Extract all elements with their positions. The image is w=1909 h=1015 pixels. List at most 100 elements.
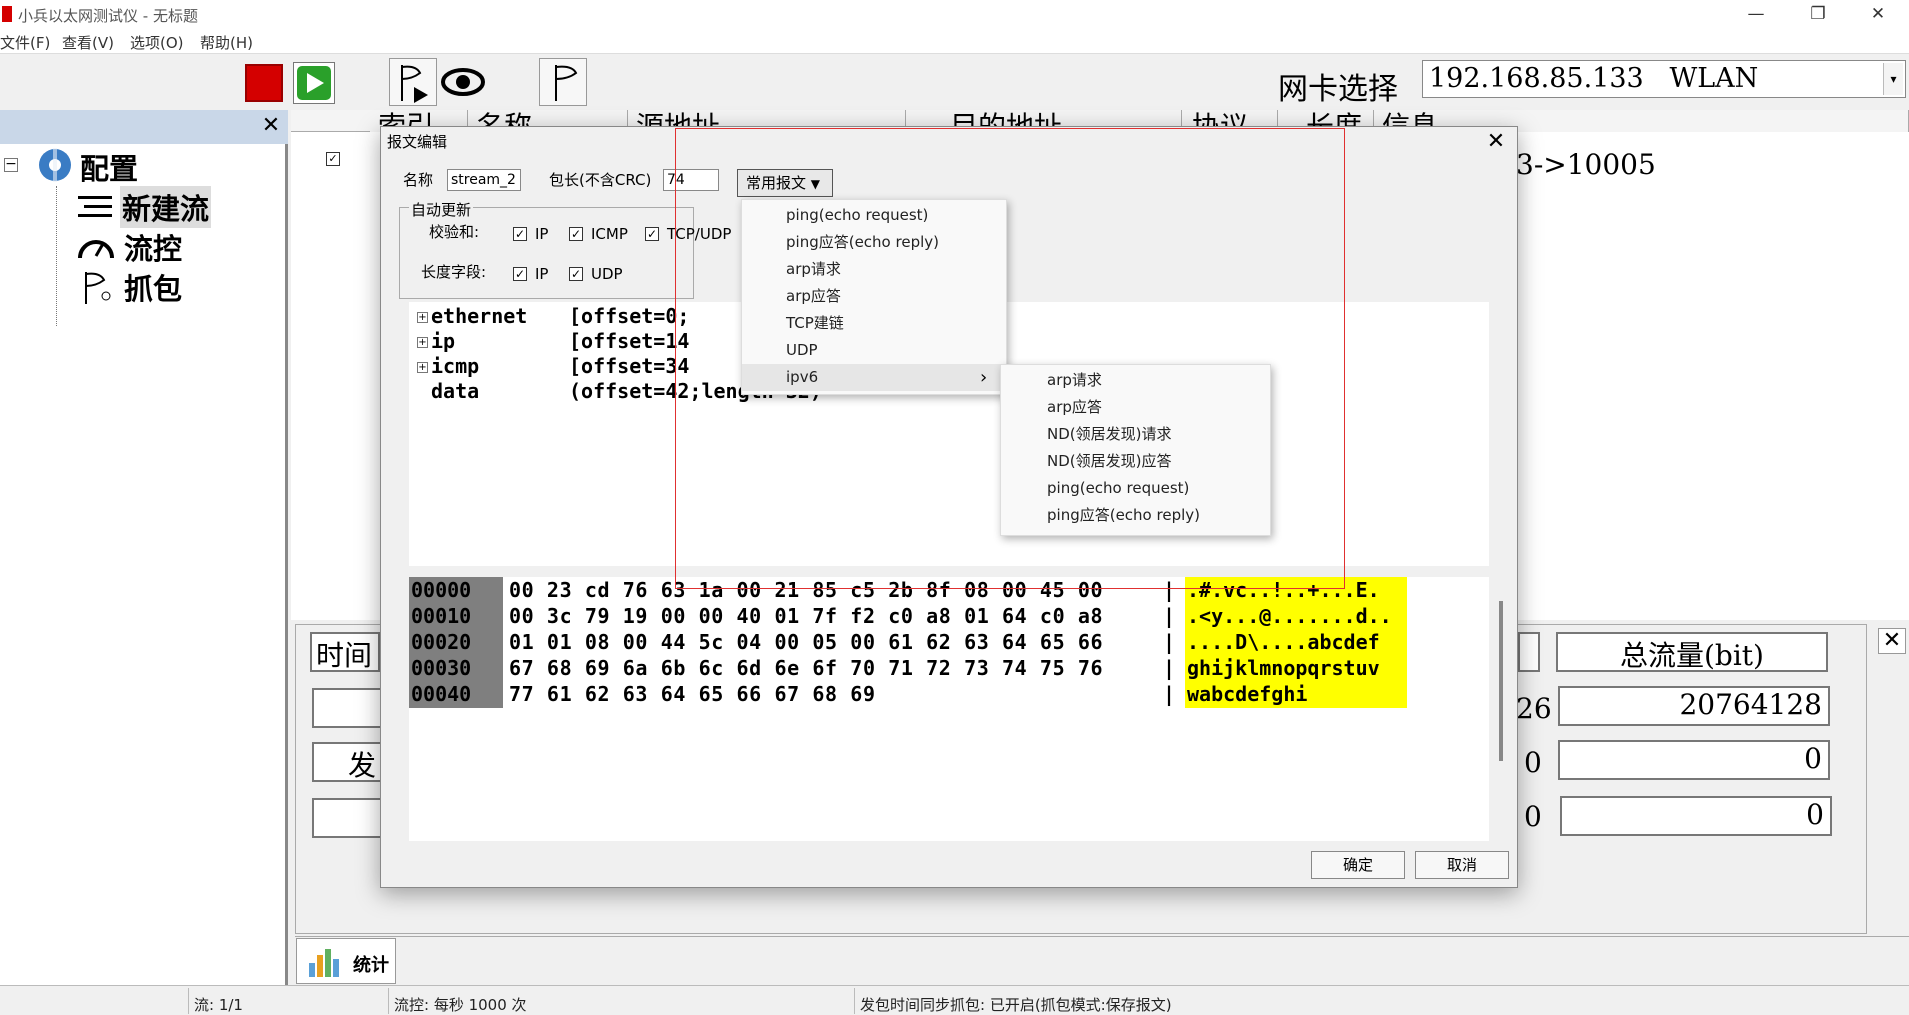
gauge-icon <box>78 240 114 259</box>
monitor-button[interactable] <box>439 58 487 106</box>
expand-icon[interactable]: + <box>417 312 428 323</box>
menu-file[interactable]: 文件(F) <box>0 32 50 53</box>
status-flow-control: 流控: 每秒 1000 次 <box>394 996 527 1014</box>
maximize-button[interactable]: ❐ <box>1796 2 1840 26</box>
hex-ascii-row: ghijklmnopqrstuv <box>1187 656 1380 680</box>
grid-info-cell: 3->10005 <box>1516 148 1656 181</box>
tree-node-ip[interactable]: ip <box>431 329 455 353</box>
app-icon <box>2 6 12 22</box>
checksum-tcpudp-label: TCP/UDP <box>667 225 732 243</box>
hex-separator: | <box>1163 578 1176 602</box>
hex-separator: | <box>1163 630 1176 654</box>
hex-bytes-row: 77 61 62 63 64 65 66 67 68 69 <box>509 682 876 706</box>
name-input[interactable]: stream_2 <box>447 169 521 191</box>
chevron-down-icon[interactable]: ▾ <box>1883 63 1903 95</box>
tab-stats[interactable]: 统计 <box>296 938 396 984</box>
length-input[interactable]: 74 <box>663 169 719 191</box>
title-bar: 小兵以太网测试仪 - 无标题 — ❐ ✕ <box>0 0 1909 28</box>
submenu-item-ping-reply[interactable]: ping应答(echo reply) <box>1001 502 1270 529</box>
dialog-title: 报文编辑 <box>387 133 448 151</box>
play-icon <box>297 66 331 100</box>
menu-options[interactable]: 选项(O) <box>130 32 184 53</box>
tree-item-capture[interactable]: 抓包 <box>124 266 182 308</box>
hex-view[interactable]: 00000 00010 00020 00030 00040 00 23 cd 7… <box>409 577 1489 841</box>
stats-left-row2: 发 <box>312 742 382 782</box>
stats-total-header: 总流量(bit) <box>1556 632 1828 672</box>
common-packets-button[interactable]: 常用报文 ▼ <box>737 169 833 197</box>
menu-help[interactable]: 帮助(H) <box>200 32 253 53</box>
hex-separator: | <box>1163 682 1176 706</box>
submenu-item-nd-reply[interactable]: ND(领居发现)应答 <box>1001 448 1270 475</box>
nic-label: 网卡选择 <box>1278 72 1398 107</box>
stats-total-1: 20764128 <box>1558 686 1830 726</box>
expand-icon[interactable]: + <box>417 362 428 373</box>
hex-separator: | <box>1163 604 1176 628</box>
minimize-button[interactable]: — <box>1734 2 1778 26</box>
stats-total-3: 0 <box>1560 796 1832 836</box>
stats-close-button[interactable]: ✕ <box>1878 628 1906 654</box>
config-panel: ✕ − 配置 新建流 流控 抓包 <box>0 110 288 985</box>
stats-partial-header <box>1518 632 1540 672</box>
menu-item-tcp-connect[interactable]: TCP建链 <box>742 310 1006 337</box>
row-checkbox[interactable]: ✓ <box>326 152 340 166</box>
tree-item-new-stream[interactable]: 新建流 <box>120 186 212 228</box>
menu-view[interactable]: 查看(V) <box>62 32 114 53</box>
tree-node-icmp[interactable]: icmp <box>431 354 479 378</box>
ok-button[interactable]: 确定 <box>1311 851 1405 879</box>
checksum-ip-label: IP <box>535 225 549 243</box>
hex-bytes-row: 00 23 cd 76 63 1a 00 21 85 c5 2b 8f 08 0… <box>509 578 1104 602</box>
checksum-icmp-label: ICMP <box>591 225 628 243</box>
menu-item-udp[interactable]: UDP <box>742 337 1006 364</box>
eye-icon <box>441 68 485 96</box>
dialog-close-button[interactable]: ✕ <box>1481 129 1511 155</box>
submenu-chevron-icon: › <box>980 367 988 388</box>
status-capture-sync: 发包时间同步抓包: 已开启(抓包模式:保存报文) <box>860 996 1172 1014</box>
submenu-item-nd-request[interactable]: ND(领居发现)请求 <box>1001 421 1270 448</box>
stop-icon[interactable] <box>245 64 283 102</box>
length-udp-checkbox[interactable]: ✓ <box>569 267 583 281</box>
stats-total-2: 0 <box>1558 740 1830 780</box>
flag-play-button[interactable] <box>389 58 437 106</box>
stats-left-row1 <box>312 688 382 728</box>
length-label: 包长(不含CRC) <box>549 171 652 189</box>
submenu-item-arp-reply[interactable]: arp应答 <box>1001 394 1270 421</box>
checksum-ip-checkbox[interactable]: ✓ <box>513 227 527 241</box>
gear-icon <box>39 148 71 182</box>
checksum-icmp-checkbox[interactable]: ✓ <box>569 227 583 241</box>
tree-node-ethernet-info: [offset=0; <box>569 304 690 328</box>
tree-root-config[interactable]: 配置 <box>80 146 138 188</box>
tree-node-icmp-info: [offset=34 <box>569 354 690 378</box>
submenu-item-arp-request[interactable]: arp请求 <box>1001 367 1270 394</box>
menu-item-arp-request[interactable]: arp请求 <box>742 256 1006 283</box>
cancel-button[interactable]: 取消 <box>1415 851 1509 879</box>
hex-ascii-row: .<y...@.......d.. <box>1187 604 1392 628</box>
hex-separator: | <box>1163 656 1176 680</box>
hex-scrollbar[interactable] <box>1499 601 1503 761</box>
menu-item-ping-reply[interactable]: ping应答(echo reply) <box>742 229 1006 256</box>
stats-left-row3 <box>312 798 382 838</box>
stats-partial-2: 0 <box>1524 746 1542 779</box>
length-ip-checkbox[interactable]: ✓ <box>513 267 527 281</box>
stats-partial-1: 26 <box>1516 692 1552 725</box>
submenu-item-ping-request[interactable]: ping(echo request) <box>1001 475 1270 502</box>
list-icon <box>78 196 112 217</box>
menu-item-arp-reply[interactable]: arp应答 <box>742 283 1006 310</box>
expand-icon[interactable]: + <box>417 337 428 348</box>
menu-item-ping-request[interactable]: ping(echo request) <box>742 202 1006 229</box>
close-button[interactable]: ✕ <box>1856 2 1900 26</box>
panel-close-button[interactable]: ✕ <box>258 114 284 140</box>
tree-node-data[interactable]: data <box>431 379 479 403</box>
menu-item-ipv6[interactable]: ipv6 <box>742 364 1006 391</box>
flag-button[interactable] <box>539 58 587 106</box>
tree-collapse-toggle[interactable]: − <box>4 157 18 172</box>
nic-value: 192.168.85.133 WLAN <box>1429 63 1759 94</box>
stats-time-header: 时间 <box>310 632 380 672</box>
ipv6-submenu: arp请求 arp应答 ND(领居发现)请求 ND(领居发现)应答 ping(e… <box>1000 364 1271 536</box>
length-field-label: 长度字段: <box>421 263 487 281</box>
tree-item-flow-control[interactable]: 流控 <box>124 226 182 268</box>
flag-play-icon <box>401 65 428 103</box>
play-button[interactable] <box>293 62 335 104</box>
nic-select[interactable]: 192.168.85.133 WLAN ▾ <box>1422 60 1906 98</box>
checksum-tcpudp-checkbox[interactable]: ✓ <box>645 227 659 241</box>
tree-node-ethernet[interactable]: ethernet <box>431 304 527 328</box>
